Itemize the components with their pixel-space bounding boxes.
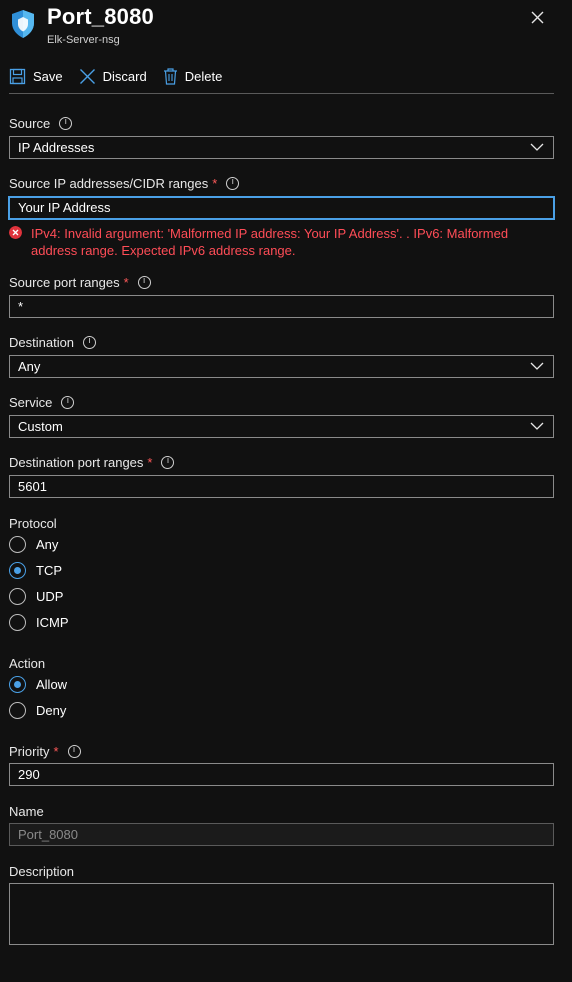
source-port-value: * — [18, 299, 24, 314]
blade-header: Port_8080 Elk-Server-nsg — [0, 0, 572, 52]
destination-port-label-text: Destination port ranges — [9, 455, 144, 470]
destination-port-value: 5601 — [18, 479, 47, 494]
info-icon[interactable] — [61, 396, 75, 409]
delete-label: Delete — [184, 68, 223, 84]
info-icon[interactable] — [161, 456, 175, 469]
info-icon[interactable] — [83, 336, 97, 349]
priority-input[interactable]: 290 — [9, 763, 554, 786]
radio-label: ICMP — [36, 615, 69, 630]
description-label-text: Description — [9, 864, 75, 879]
protocol-label-text: Protocol — [9, 516, 57, 531]
page-subtitle: Elk-Server-nsg — [47, 34, 120, 46]
description-label: Description — [9, 864, 74, 879]
source-ip-input[interactable]: Your IP Address — [8, 196, 555, 220]
protocol-option-tcp[interactable]: TCP — [9, 562, 62, 579]
destination-dropdown[interactable]: Any — [9, 355, 554, 378]
radio-button[interactable] — [9, 702, 26, 719]
destination-label-text: Destination — [9, 335, 75, 350]
destination-port-label: Destination port ranges * — [9, 455, 175, 470]
service-label: Service — [9, 395, 75, 410]
chevron-down-icon — [530, 143, 544, 151]
chevron-down-icon — [530, 422, 544, 430]
radio-label: TCP — [36, 563, 62, 578]
info-icon[interactable] — [137, 276, 151, 289]
radio-button[interactable] — [9, 588, 26, 605]
priority-value: 290 — [18, 767, 40, 782]
required-marker: * — [123, 275, 129, 290]
source-port-input[interactable]: * — [9, 295, 554, 318]
trash-icon — [163, 67, 177, 85]
source-ip-value: Your IP Address — [18, 200, 111, 215]
action-option-allow[interactable]: Allow — [9, 676, 67, 693]
action-label-text: Action — [9, 656, 46, 671]
required-marker: * — [147, 455, 153, 470]
radio-label: Allow — [36, 677, 68, 692]
source-dropdown[interactable]: IP Addresses — [9, 136, 554, 159]
service-value: Custom — [18, 419, 63, 434]
service-dropdown[interactable]: Custom — [9, 415, 554, 438]
name-label-text: Name — [9, 804, 44, 819]
info-icon[interactable] — [226, 177, 240, 190]
save-label: Save — [33, 68, 63, 84]
chevron-down-icon — [530, 362, 544, 370]
name-input: Port_8080 — [9, 823, 554, 846]
source-port-label-text: Source port ranges — [9, 275, 120, 290]
toolbar-divider — [9, 93, 554, 94]
close-icon[interactable] — [527, 7, 549, 29]
save-button[interactable]: Save — [9, 68, 63, 85]
radio-label: UDP — [36, 589, 64, 604]
page-title: Port_8080 — [47, 4, 154, 29]
error-icon — [9, 226, 22, 239]
delete-button[interactable]: Delete — [163, 67, 223, 85]
discard-label: Discard — [102, 68, 147, 84]
command-bar: Save Discard Delete — [9, 62, 238, 90]
required-marker: * — [53, 744, 59, 759]
radio-label: Deny — [36, 703, 67, 718]
source-value: IP Addresses — [18, 140, 95, 155]
discard-button[interactable]: Discard — [79, 68, 147, 85]
error-message: IPv4: Invalid argument: 'Malformed IP ad… — [31, 226, 509, 258]
source-label-text: Source — [9, 116, 51, 131]
discard-icon — [79, 68, 95, 84]
radio-button-selected[interactable] — [9, 562, 26, 579]
required-marker: * — [212, 176, 218, 191]
name-label: Name — [9, 804, 44, 819]
protocol-option-udp[interactable]: UDP — [9, 588, 63, 605]
radio-button[interactable] — [9, 614, 26, 631]
source-label: Source — [9, 116, 73, 131]
service-label-text: Service — [9, 395, 53, 410]
radio-button[interactable] — [9, 536, 26, 553]
radio-label: Any — [36, 537, 59, 552]
source-port-label: Source port ranges * — [9, 275, 151, 290]
name-value: Port_8080 — [18, 827, 78, 842]
description-textarea[interactable] — [9, 883, 554, 945]
protocol-option-icmp[interactable]: ICMP — [9, 614, 69, 631]
action-option-deny[interactable]: Deny — [9, 702, 66, 719]
info-icon[interactable] — [67, 745, 81, 758]
priority-label-text: Priority — [9, 744, 50, 759]
destination-label: Destination — [9, 335, 97, 350]
source-ip-label: Source IP addresses/CIDR ranges * — [9, 176, 240, 191]
nsg-shield-icon — [12, 10, 34, 38]
destination-port-input[interactable]: 5601 — [9, 475, 554, 498]
action-label: Action — [9, 656, 45, 671]
priority-label: Priority * — [9, 744, 81, 759]
source-ip-label-text: Source IP addresses/CIDR ranges — [9, 176, 209, 191]
protocol-label: Protocol — [9, 516, 57, 531]
info-icon[interactable] — [59, 117, 73, 130]
protocol-option-any[interactable]: Any — [9, 536, 58, 553]
radio-button-selected[interactable] — [9, 676, 26, 693]
destination-value: Any — [18, 359, 41, 374]
save-icon — [9, 68, 26, 84]
